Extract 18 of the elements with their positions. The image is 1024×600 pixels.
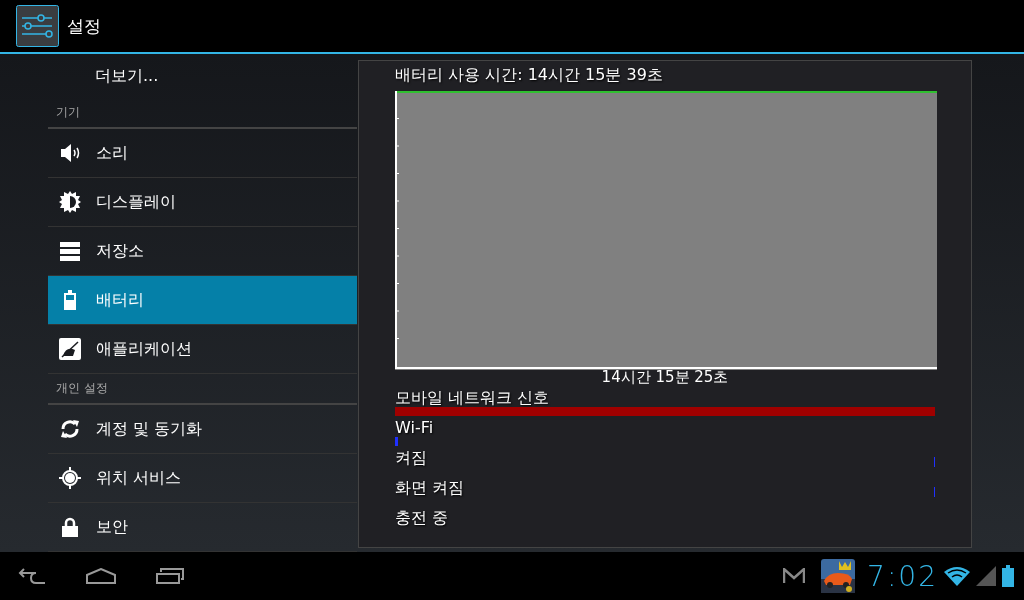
signal-label: 화면 켜짐 — [395, 478, 466, 497]
signal-label: 켜짐 — [395, 448, 428, 467]
settings-item[interactable]: 디스플레이 — [48, 178, 357, 228]
battery-time: 배터리 사용 시간: 14시간 15분 39초 — [395, 65, 664, 86]
signal-label: Wi-Fi — [395, 418, 435, 437]
settings-item[interactable]: 위치 서비스 — [48, 454, 357, 503]
section-header: 개인 설정 — [56, 380, 108, 397]
clock: 7:02 — [867, 559, 938, 593]
settings-item[interactable]: 계정 및 동기화 — [48, 405, 357, 454]
app-title: 설정 — [67, 14, 101, 38]
settings-item[interactable]: 소리 — [48, 129, 357, 179]
signal-label: 모바일 네트워크 신호 — [395, 388, 551, 407]
graph-axis-label: 14시간 15분 25초 — [600, 368, 730, 388]
signal-label: 충전 중 — [395, 508, 450, 527]
settings-item[interactable]: 애플리케이션 — [48, 325, 357, 375]
more-link[interactable]: 더보기... — [48, 54, 357, 99]
section-header: 기기 — [56, 104, 80, 122]
settings-item[interactable]: 배터리 — [48, 276, 357, 326]
